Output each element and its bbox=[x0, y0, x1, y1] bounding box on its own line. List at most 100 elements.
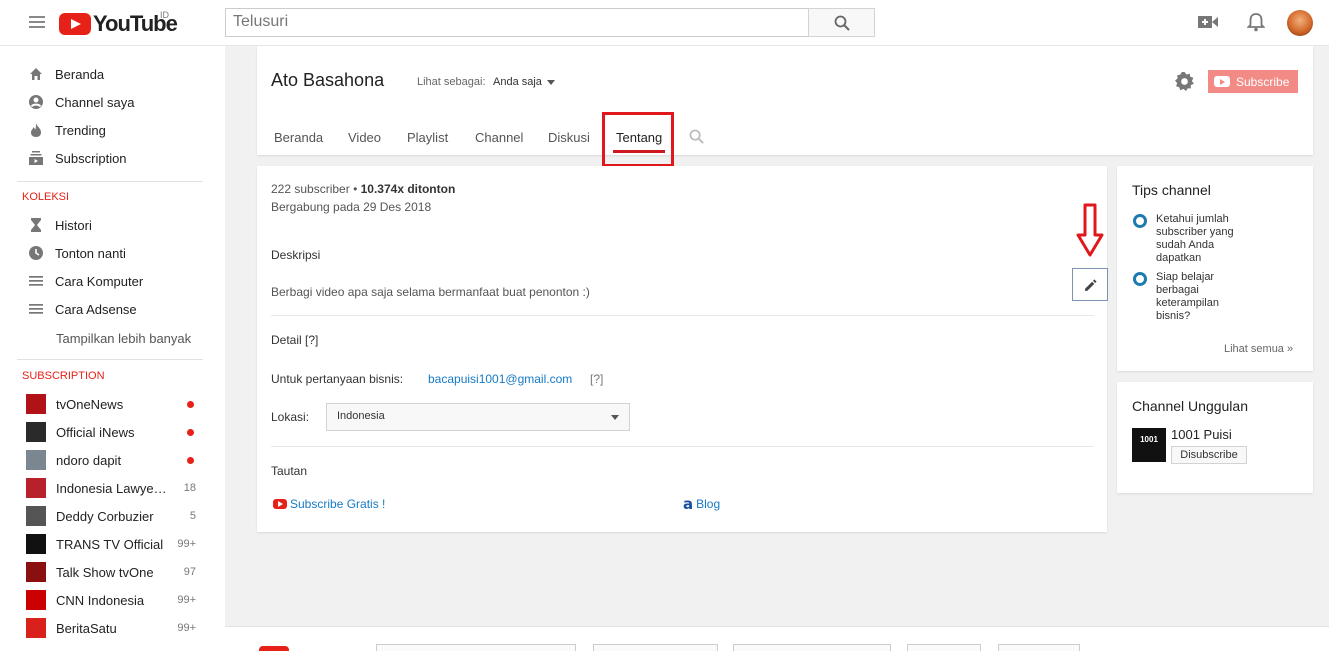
region-code: ID bbox=[160, 10, 169, 20]
details-heading: Detail [?] bbox=[271, 333, 319, 347]
subscription-name: Official iNews bbox=[56, 424, 135, 440]
see-all-link[interactable]: Lihat semua » bbox=[1224, 343, 1293, 355]
show-more-link[interactable]: Tampilkan lebih banyak bbox=[56, 331, 191, 346]
avatar[interactable] bbox=[1287, 10, 1313, 36]
subscription-name: tvOneNews bbox=[56, 396, 124, 412]
featured-channel-thumbnail[interactable]: 1001 bbox=[1132, 428, 1166, 462]
channel-avatar bbox=[26, 394, 46, 414]
sidebar-item-beranda[interactable]: Beranda bbox=[28, 64, 104, 84]
annotation-arrow-icon bbox=[1076, 203, 1104, 257]
channel-avatar bbox=[26, 562, 46, 582]
tab-playlist[interactable]: Playlist bbox=[407, 130, 448, 145]
pencil-icon bbox=[1085, 279, 1097, 291]
subscription-item[interactable]: Talk Show tvOne 97 bbox=[26, 562, 196, 582]
tab-beranda[interactable]: Beranda bbox=[274, 130, 323, 145]
unsubscribe-button[interactable]: Disubscribe bbox=[1171, 446, 1247, 464]
subscription-item[interactable]: Indonesia Lawyer... 18 bbox=[26, 478, 196, 498]
location-select[interactable]: Indonesia bbox=[326, 403, 630, 431]
subscription-item[interactable]: ndoro dapit bbox=[26, 450, 196, 470]
subscription-item[interactable]: Deddy Corbuzier 5 bbox=[26, 506, 196, 526]
sidebar-item-label: Subscription bbox=[55, 150, 127, 166]
playlist-icon bbox=[29, 276, 43, 286]
edit-description-button[interactable] bbox=[1072, 268, 1108, 301]
tip-item[interactable]: Ketahui jumlah subscriber yang sudah And… bbox=[1133, 213, 1246, 265]
sidebar-item-label: Tonton nanti bbox=[55, 245, 126, 261]
new-video-count: 99+ bbox=[177, 622, 196, 634]
search-icon[interactable] bbox=[689, 129, 704, 144]
blog-icon: a bbox=[683, 495, 694, 513]
search-icon bbox=[834, 15, 850, 31]
subscription-name: BeritaSatu bbox=[56, 620, 117, 636]
subscription-item[interactable]: CNN Indonesia 99+ bbox=[26, 590, 196, 610]
link-label: Blog bbox=[696, 497, 721, 511]
channel-stats: 222 subscriber • 10.374x ditonton bbox=[271, 182, 455, 196]
search-input[interactable]: Telusuri bbox=[225, 8, 809, 37]
upload-video-icon[interactable] bbox=[1198, 15, 1218, 29]
business-email-link[interactable]: bacapuisi1001@gmail.com bbox=[428, 372, 572, 386]
chevron-down-icon[interactable] bbox=[611, 415, 619, 420]
business-help-link[interactable]: [?] bbox=[590, 372, 603, 386]
description-text: Berbagi video apa saja selama bermanfaat… bbox=[271, 285, 590, 299]
tips-title: Tips channel bbox=[1132, 182, 1211, 198]
new-video-count: 18 bbox=[183, 482, 196, 494]
flame-icon bbox=[31, 123, 41, 137]
new-content-dot bbox=[187, 428, 194, 436]
links-heading: Tautan bbox=[271, 464, 308, 478]
sidebar-item-histori[interactable]: Histori bbox=[28, 215, 92, 235]
channel-avatar bbox=[26, 506, 46, 526]
footer-select[interactable] bbox=[733, 644, 891, 651]
footer-button[interactable] bbox=[907, 644, 981, 651]
sidebar-item-cara-adsense[interactable]: Cara Adsense bbox=[28, 299, 137, 319]
channel-avatar bbox=[26, 590, 46, 610]
youtube-icon bbox=[259, 646, 289, 651]
youtube-icon bbox=[273, 499, 287, 509]
featured-channel-name[interactable]: 1001 Puisi bbox=[1171, 427, 1232, 442]
subscription-item[interactable]: BeritaSatu 99+ bbox=[26, 618, 196, 638]
joined-date: Bergabung pada 29 Des 2018 bbox=[271, 200, 432, 214]
sidebar-item-label: Cara Adsense bbox=[55, 301, 137, 317]
subscription-item[interactable]: Official iNews bbox=[26, 422, 196, 442]
sidebar-item-cara-komputer[interactable]: Cara Komputer bbox=[28, 271, 143, 291]
notification-bell-icon[interactable] bbox=[1247, 12, 1265, 32]
sidebar-item-tonton-nanti[interactable]: Tonton nanti bbox=[28, 243, 126, 263]
sidebar-item-label: Channel saya bbox=[55, 94, 135, 110]
sidebar-item-subscription[interactable]: Subscription bbox=[28, 148, 127, 168]
subscription-name: Indonesia Lawyer... bbox=[56, 480, 168, 496]
featured-title: Channel Unggulan bbox=[1132, 398, 1248, 414]
tab-video[interactable]: Video bbox=[348, 130, 381, 145]
tab-channel[interactable]: Channel bbox=[475, 130, 523, 145]
footer-button[interactable] bbox=[998, 644, 1080, 651]
menu-icon[interactable] bbox=[29, 16, 45, 28]
subscribe-button[interactable]: Subscribe bbox=[1208, 70, 1298, 93]
link-subscribe-gratis[interactable]: Subscribe Gratis ! bbox=[273, 497, 385, 511]
footer-select[interactable] bbox=[593, 644, 718, 651]
clock-icon bbox=[29, 246, 43, 260]
subscription-item[interactable]: TRANS TV Official 99+ bbox=[26, 534, 196, 554]
search-button[interactable] bbox=[808, 8, 875, 37]
view-as-label: Lihat sebagai: bbox=[417, 76, 486, 88]
sidebar-item-label: Beranda bbox=[55, 66, 105, 82]
subscription-name: Deddy Corbuzier bbox=[56, 508, 154, 524]
subscription-name: ndoro dapit bbox=[56, 452, 122, 468]
top-bar: YouTube ID Telusuri bbox=[0, 0, 1329, 46]
sidebar-item-channel-saya[interactable]: Channel saya bbox=[28, 92, 135, 112]
sidebar-item-trending[interactable]: Trending bbox=[28, 120, 106, 140]
gear-icon[interactable] bbox=[1174, 71, 1195, 92]
view-as-dropdown[interactable]: Anda saja bbox=[493, 76, 542, 88]
footer-select[interactable] bbox=[376, 644, 576, 651]
tip-text: Ketahui jumlah subscriber yang sudah And… bbox=[1156, 213, 1234, 264]
divider bbox=[17, 181, 203, 182]
tab-diskusi[interactable]: Diskusi bbox=[548, 130, 590, 145]
caret-down-icon[interactable] bbox=[547, 80, 555, 85]
playlist-icon bbox=[29, 304, 43, 314]
subscription-title: SUBSCRIPTION bbox=[22, 370, 105, 382]
subscription-item[interactable]: tvOneNews bbox=[26, 394, 196, 414]
divider bbox=[17, 359, 203, 360]
ring-icon bbox=[1133, 214, 1147, 228]
link-blog[interactable]: a Blog bbox=[683, 495, 720, 513]
tip-item[interactable]: Siap belajar berbagai keterampilan bisni… bbox=[1133, 271, 1246, 323]
channel-avatar bbox=[26, 478, 46, 498]
new-video-count: 99+ bbox=[177, 538, 196, 550]
footer bbox=[225, 626, 1329, 651]
channel-avatar bbox=[26, 450, 46, 470]
